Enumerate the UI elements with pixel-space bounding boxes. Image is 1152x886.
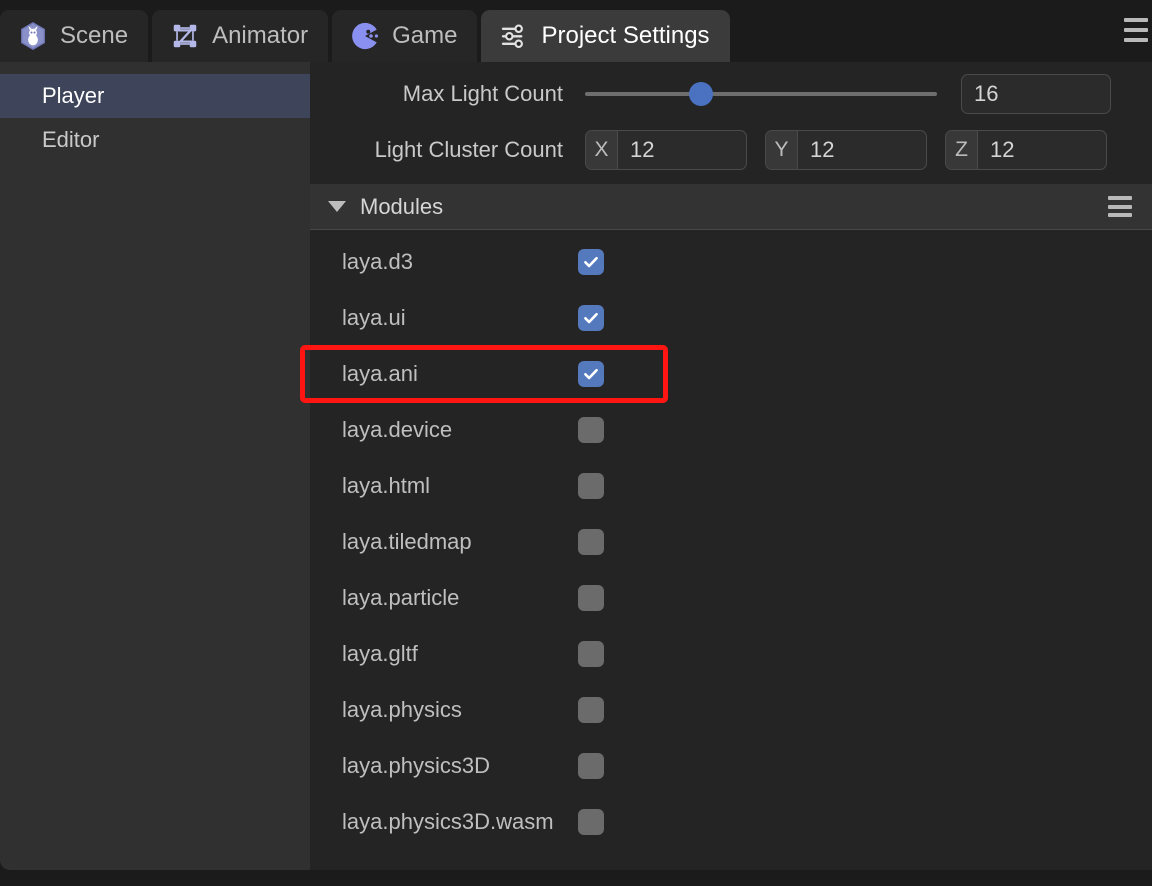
game-pacman-icon (350, 21, 380, 51)
check-icon (582, 309, 600, 327)
tab-game[interactable]: Game (332, 10, 477, 62)
check-icon (582, 253, 600, 271)
module-checkbox[interactable] (578, 473, 604, 499)
tab-animator[interactable]: Animator (152, 10, 328, 62)
module-checkbox[interactable] (578, 305, 604, 331)
module-checkbox[interactable] (578, 361, 604, 387)
hamburger-line (1108, 213, 1132, 217)
scene-hexagon-icon (18, 21, 48, 51)
module-checkbox[interactable] (578, 417, 604, 443)
editor-tab-bar: Scene Animator Game (0, 0, 1152, 62)
module-name-label: laya.physics (310, 697, 578, 723)
module-name-label: laya.tiledmap (310, 529, 578, 555)
tab-project-settings[interactable]: Project Settings (481, 10, 729, 62)
module-checkbox[interactable] (578, 585, 604, 611)
tab-scene[interactable]: Scene (0, 10, 148, 62)
hamburger-line (1108, 196, 1132, 200)
module-row[interactable]: laya.physics3D (310, 738, 1152, 794)
module-name-label: laya.d3 (310, 249, 578, 275)
module-checkbox[interactable] (578, 529, 604, 555)
sidebar-item-player[interactable]: Player (0, 74, 310, 118)
input-value: 12 (798, 131, 926, 169)
module-row[interactable]: laya.physics (310, 682, 1152, 738)
modules-menu-button[interactable] (1108, 196, 1132, 217)
slider-track (585, 92, 937, 96)
check-icon (582, 365, 600, 383)
axis-label-y: Y (766, 131, 798, 169)
modules-section-header[interactable]: Modules (310, 184, 1152, 230)
hamburger-line (1124, 38, 1148, 42)
input-value: 12 (618, 131, 746, 169)
project-settings-window: Scene Animator Game (0, 0, 1152, 886)
module-row[interactable]: laya.particle (310, 570, 1152, 626)
animator-nodes-icon (170, 21, 200, 51)
hamburger-line (1124, 18, 1148, 22)
hamburger-line (1124, 28, 1148, 32)
property-row-light-cluster-count: Light Cluster Count X 12 Y 12 Z 12 (310, 122, 1152, 178)
sidebar-item-label: Player (42, 83, 104, 109)
module-name-label: laya.particle (310, 585, 578, 611)
module-name-label: laya.html (310, 473, 578, 499)
input-value: 12 (978, 131, 1106, 169)
slider-thumb[interactable] (689, 82, 713, 106)
module-row[interactable]: laya.physics3D.wasm (310, 794, 1152, 850)
hamburger-line (1108, 205, 1132, 209)
light-cluster-x-field[interactable]: X 12 (585, 130, 747, 170)
module-checkbox[interactable] (578, 697, 604, 723)
module-row[interactable]: laya.ani (310, 346, 1152, 402)
section-title: Modules (360, 194, 443, 220)
module-checkbox[interactable] (578, 249, 604, 275)
max-light-count-slider[interactable] (585, 79, 937, 109)
window-menu-button[interactable] (1124, 18, 1150, 42)
sidebar-item-editor[interactable]: Editor (0, 118, 310, 162)
sidebar-item-label: Editor (42, 127, 99, 153)
module-row[interactable]: laya.html (310, 458, 1152, 514)
sliders-icon (499, 21, 529, 51)
module-row[interactable]: laya.device (310, 402, 1152, 458)
light-cluster-y-field[interactable]: Y 12 (765, 130, 927, 170)
axis-label-x: X (586, 131, 618, 169)
module-name-label: laya.device (310, 417, 578, 443)
module-name-label: laya.ui (310, 305, 578, 331)
property-row-max-light-count: Max Light Count 16 (310, 66, 1152, 122)
module-row[interactable]: laya.d3 (310, 234, 1152, 290)
property-label: Max Light Count (310, 81, 585, 107)
tab-label: Animator (212, 24, 308, 48)
tab-label: Scene (60, 24, 128, 48)
settings-sidebar: Player Editor (0, 62, 310, 870)
module-checkbox[interactable] (578, 641, 604, 667)
module-name-label: laya.physics3D.wasm (310, 809, 578, 835)
module-row[interactable]: laya.ui (310, 290, 1152, 346)
property-label: Light Cluster Count (310, 137, 585, 163)
light-cluster-z-field[interactable]: Z 12 (945, 130, 1107, 170)
module-checkbox[interactable] (578, 753, 604, 779)
module-row[interactable]: laya.gltf (310, 626, 1152, 682)
settings-content-panel: Max Light Count 16 Light Cluster Count X… (310, 62, 1152, 870)
modules-list: laya.d3 laya.ui laya.ani laya.device laya.ht… (310, 230, 1152, 850)
axis-label-z: Z (946, 131, 978, 169)
triangle-down-icon[interactable] (328, 201, 346, 212)
max-light-count-input[interactable]: 16 (961, 74, 1111, 114)
tab-label: Project Settings (541, 24, 709, 48)
input-value: 16 (974, 81, 998, 107)
module-name-label: laya.gltf (310, 641, 578, 667)
module-checkbox[interactable] (578, 809, 604, 835)
module-row[interactable]: laya.tiledmap (310, 514, 1152, 570)
module-name-label: laya.ani (310, 361, 578, 387)
module-name-label: laya.physics3D (310, 753, 578, 779)
tab-label: Game (392, 24, 457, 48)
